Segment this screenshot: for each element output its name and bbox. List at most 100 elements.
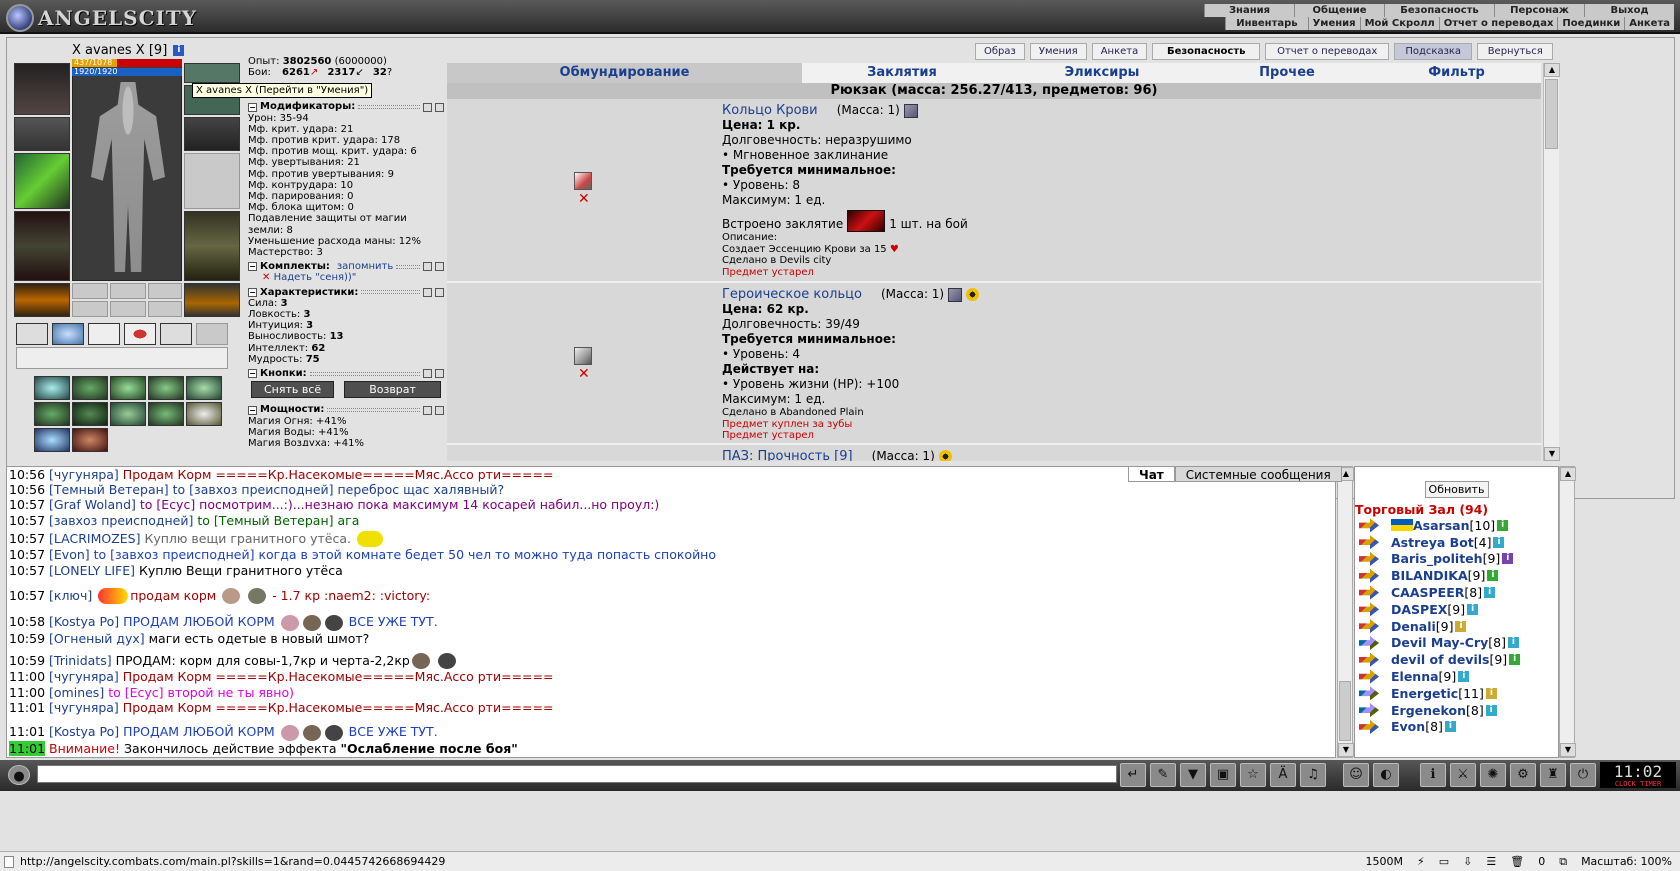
info-icon[interactable]: i bbox=[1484, 587, 1496, 599]
info-icon[interactable]: i bbox=[173, 45, 185, 56]
chat-settings-icon[interactable]: ● bbox=[8, 765, 30, 785]
rune-slot-3[interactable] bbox=[148, 301, 182, 317]
transfer-arrow-icon[interactable] bbox=[1359, 703, 1379, 718]
send-icon[interactable]: ↵ bbox=[1120, 763, 1146, 787]
belt-item-4[interactable] bbox=[148, 376, 184, 400]
collapse-icon[interactable]: − bbox=[248, 405, 257, 415]
belt-slot[interactable] bbox=[14, 283, 70, 317]
scroll-down-icon[interactable]: ▼ bbox=[1544, 447, 1560, 461]
info-icon[interactable]: i bbox=[1455, 620, 1467, 632]
spell-slot-4[interactable] bbox=[124, 323, 156, 345]
belt-item-9[interactable] bbox=[148, 402, 184, 426]
item-name[interactable]: ПАЗ: Прочность [9] bbox=[722, 449, 853, 461]
drop-item-icon[interactable]: ✕ bbox=[578, 191, 590, 207]
chat-nick[interactable]: [Темный Ветеран] bbox=[49, 482, 169, 497]
belt-item-5[interactable] bbox=[186, 376, 222, 400]
user-row[interactable]: Energetic [11] i bbox=[1355, 685, 1558, 702]
user-name[interactable]: CAASPEER bbox=[1391, 585, 1464, 600]
spell-slot-2[interactable] bbox=[52, 323, 84, 345]
save-icon[interactable]: ▣ bbox=[1210, 763, 1236, 787]
scroll-down-icon[interactable]: ▼ bbox=[1560, 743, 1576, 757]
user-list-scrollbar[interactable]: ▲ ▼ bbox=[1559, 466, 1576, 758]
bag-icon[interactable]: ♜ bbox=[1540, 763, 1566, 787]
set-item-label[interactable]: Надеть "сеня))" bbox=[274, 272, 357, 283]
user-row[interactable]: Devil May-Cry [8] i bbox=[1355, 635, 1558, 652]
submenu-skills[interactable]: Умения bbox=[1307, 17, 1360, 30]
belt-item-2[interactable] bbox=[72, 376, 108, 400]
collapse-icon[interactable]: − bbox=[248, 102, 257, 112]
shield-slot[interactable] bbox=[184, 153, 240, 209]
spell-slot-3[interactable] bbox=[88, 323, 120, 345]
user-row[interactable]: DASPEX [9] i bbox=[1355, 601, 1558, 618]
scroll-thumb[interactable] bbox=[1339, 681, 1351, 741]
chat-nick[interactable]: [чугуняра] bbox=[49, 700, 119, 715]
boots-slot[interactable] bbox=[184, 283, 240, 317]
chat-nick[interactable]: [Kostya Po] bbox=[49, 614, 119, 629]
belt-item-1[interactable] bbox=[34, 376, 70, 400]
transfer-arrow-icon[interactable] bbox=[1359, 518, 1379, 533]
chat-nick[interactable]: [чугуняра] bbox=[49, 669, 119, 684]
inventory-scrollbar[interactable]: ▲ ▼ bbox=[1543, 63, 1560, 461]
eraser-icon[interactable]: ✎ bbox=[1150, 763, 1176, 787]
move-icon[interactable] bbox=[423, 287, 432, 297]
flash-icon[interactable]: ⚡ bbox=[1417, 852, 1425, 871]
pants-slot[interactable] bbox=[184, 211, 240, 281]
notes-icon[interactable]: ☰ bbox=[1486, 852, 1496, 871]
ring-slot-1[interactable] bbox=[72, 283, 108, 299]
info-icon[interactable]: i bbox=[1487, 570, 1499, 582]
chat-nick[interactable]: [Огненый дух] bbox=[49, 631, 145, 646]
info-icon[interactable]: i bbox=[1509, 654, 1521, 666]
tab-back[interactable]: Вернуться bbox=[1477, 43, 1554, 60]
menu-knowledge[interactable]: Знания bbox=[1204, 4, 1294, 17]
collapse-icon[interactable]: − bbox=[248, 369, 257, 379]
info-icon[interactable]: i bbox=[1497, 519, 1509, 531]
return-button[interactable]: Возврат bbox=[344, 381, 441, 399]
chat-nick[interactable]: [Kostya Po] bbox=[49, 724, 119, 739]
chat-nick[interactable]: [ключ] bbox=[49, 588, 92, 603]
weapon-slot[interactable] bbox=[14, 153, 70, 209]
move-down-icon[interactable] bbox=[435, 369, 444, 379]
spell-slot-1[interactable] bbox=[16, 323, 48, 345]
menu-exit[interactable]: Выход bbox=[1584, 4, 1674, 17]
user-row[interactable]: CAASPEER [8] i bbox=[1355, 584, 1558, 601]
sets-remember-link[interactable]: запомнить bbox=[337, 261, 393, 272]
user-name[interactable]: Denali bbox=[1391, 619, 1436, 634]
transfer-arrow-icon[interactable] bbox=[1359, 602, 1379, 617]
tab-filter[interactable]: Фильтр bbox=[1372, 63, 1541, 83]
blood-spell-icon[interactable] bbox=[847, 210, 886, 232]
move-down-icon[interactable] bbox=[435, 405, 444, 415]
dance-icon[interactable]: ☆ bbox=[1240, 763, 1266, 787]
modifiers-section-header[interactable]: − Модификаторы: bbox=[248, 101, 444, 112]
submenu-profile[interactable]: Анкета bbox=[1624, 17, 1674, 30]
user-row[interactable]: Baris_politeh [9] i bbox=[1355, 551, 1558, 568]
submenu-my-scroll[interactable]: Мой Скролл bbox=[1359, 17, 1439, 30]
menu-security[interactable]: Безопасность bbox=[1384, 4, 1494, 17]
drop-item-icon[interactable]: ✕ bbox=[578, 366, 590, 382]
remove-all-button[interactable]: Снять всё bbox=[251, 381, 335, 399]
rune-slot-1[interactable] bbox=[72, 301, 108, 317]
belt-item-7[interactable] bbox=[72, 402, 108, 426]
scroll-down-icon[interactable]: ▼ bbox=[1338, 743, 1354, 757]
chat-nick[interactable]: [omines] bbox=[49, 685, 104, 700]
belt-item-12[interactable] bbox=[72, 428, 108, 452]
download-icon[interactable]: ⇩ bbox=[1463, 852, 1472, 871]
armor-slot[interactable] bbox=[14, 211, 70, 281]
info-icon[interactable]: i bbox=[1458, 671, 1470, 683]
fight-icon[interactable]: ⚔ bbox=[1450, 763, 1476, 787]
gloves-slot[interactable] bbox=[184, 117, 240, 151]
buttons-section-header[interactable]: − Кнопки: bbox=[248, 368, 444, 379]
tab-equipment[interactable]: Обмундирование bbox=[447, 63, 802, 83]
submenu-transfer-report[interactable]: Отчет о переводах bbox=[1438, 17, 1558, 30]
move-down-icon[interactable] bbox=[435, 262, 444, 272]
belt-item-8[interactable] bbox=[110, 402, 146, 426]
user-row[interactable]: Elenna [9] i bbox=[1355, 668, 1558, 685]
chat-scrollbar[interactable]: ▲ ▼ bbox=[1337, 466, 1354, 758]
tab-transfer-report[interactable]: Отчет о переводах bbox=[1265, 43, 1390, 60]
move-down-icon[interactable] bbox=[435, 102, 444, 112]
transfer-arrow-icon[interactable] bbox=[1359, 619, 1379, 634]
transfer-arrow-icon[interactable] bbox=[1359, 686, 1379, 701]
move-icon[interactable] bbox=[423, 262, 432, 272]
refresh-button[interactable]: Обновить bbox=[1424, 481, 1489, 498]
characteristics-section-header[interactable]: − Характеристики: bbox=[248, 287, 444, 298]
collapse-icon[interactable]: − bbox=[248, 262, 257, 272]
